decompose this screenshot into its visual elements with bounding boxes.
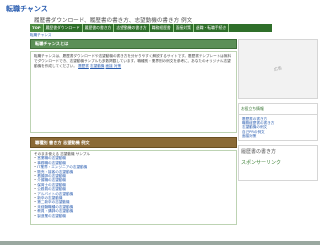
nav-resume-writing[interactable]: 履歴書の書き方 (83, 24, 115, 32)
sponsor-link[interactable]: スポンサーリンク (239, 157, 317, 168)
nav-resume-download[interactable]: 履歴書ダウンロード (44, 24, 83, 32)
breadcrumb[interactable]: 転職チャンス (30, 33, 51, 38)
info-widget: お役立ち情報 履歴書の書き方 職務経歴書の書き方 志望動機の例文 自己PRの例文… (238, 103, 318, 142)
site-tagline: 履歴書ダウンロード、履歴書の書き方、志望動機の書き方 例文 (34, 18, 193, 24)
site-logo[interactable]: 転職チャンス (6, 4, 48, 14)
main-nav: TOP 履歴書ダウンロード 履歴書の書き方 志望動機の書き方 職務経歴書 面接対… (30, 24, 272, 32)
sidebar: 広告 お役立ち情報 履歴書の書き方 職務経歴書の書き方 志望動機の例文 自己PR… (238, 39, 318, 185)
intro-heading: 転職チャンスとは (30, 39, 237, 50)
intro-box: 転職チャンスは、履歴書ダウンロードや志望動機の書き方を分かりやすく解説するサイト… (30, 51, 237, 134)
ad-label: 広告 (273, 65, 283, 72)
samples-box: そのまま使える 志望動機 サンプル 営業職の志望動機 事務職の志望動機 IT業界… (30, 149, 237, 225)
footer-widget: 履歴書の書き方 スポンサーリンク (238, 145, 318, 182)
nav-career-history[interactable]: 職務経歴書 (150, 24, 174, 32)
intro-paragraph: 転職チャンスは、履歴書ダウンロードや志望動機の書き方を分かりやすく解説するサイト… (34, 54, 233, 68)
info-links: 履歴書の書き方 職務経歴書の書き方 志望動機の例文 自己PRの例文 面接対策 (239, 115, 317, 140)
intro-link-interview[interactable]: 面接 対策 (106, 64, 122, 68)
intro-text: 転職チャンスは、履歴書ダウンロードや志望動機の書き方を分かりやすく解説するサイト… (34, 54, 232, 68)
nav-motivation-writing[interactable]: 志望動機の書き方 (114, 24, 150, 32)
ad-image[interactable]: 広告 (239, 40, 317, 98)
sample-item[interactable]: 製造業の志望動機 (34, 214, 233, 218)
ad-widget: 広告 (238, 39, 318, 99)
intro-link-motivation[interactable]: 志望動機 (90, 64, 104, 68)
main-content: 転職チャンスとは 転職チャンスは、履歴書ダウンロードや志望動機の書き方を分かりや… (30, 39, 237, 225)
page-footer (0, 241, 320, 245)
info-link[interactable]: 面接対策 (242, 134, 314, 138)
samples-heading: 職種別 書き方 志望動機 例文 (30, 137, 237, 148)
footer-widget-title: 履歴書の書き方 (241, 149, 277, 156)
nav-interview[interactable]: 面接対策 (174, 24, 194, 32)
intro-link-resume[interactable]: 履歴書 (78, 64, 89, 68)
sample-list: 営業職の志望動機 事務職の志望動機 IT業界・エンジニアの志望動機 販売・接客の… (34, 156, 233, 218)
info-widget-title: お役立ち情報 (239, 104, 317, 115)
nav-resignation[interactable]: 退職・転職手続き (194, 24, 230, 32)
nav-top[interactable]: TOP (30, 24, 44, 32)
